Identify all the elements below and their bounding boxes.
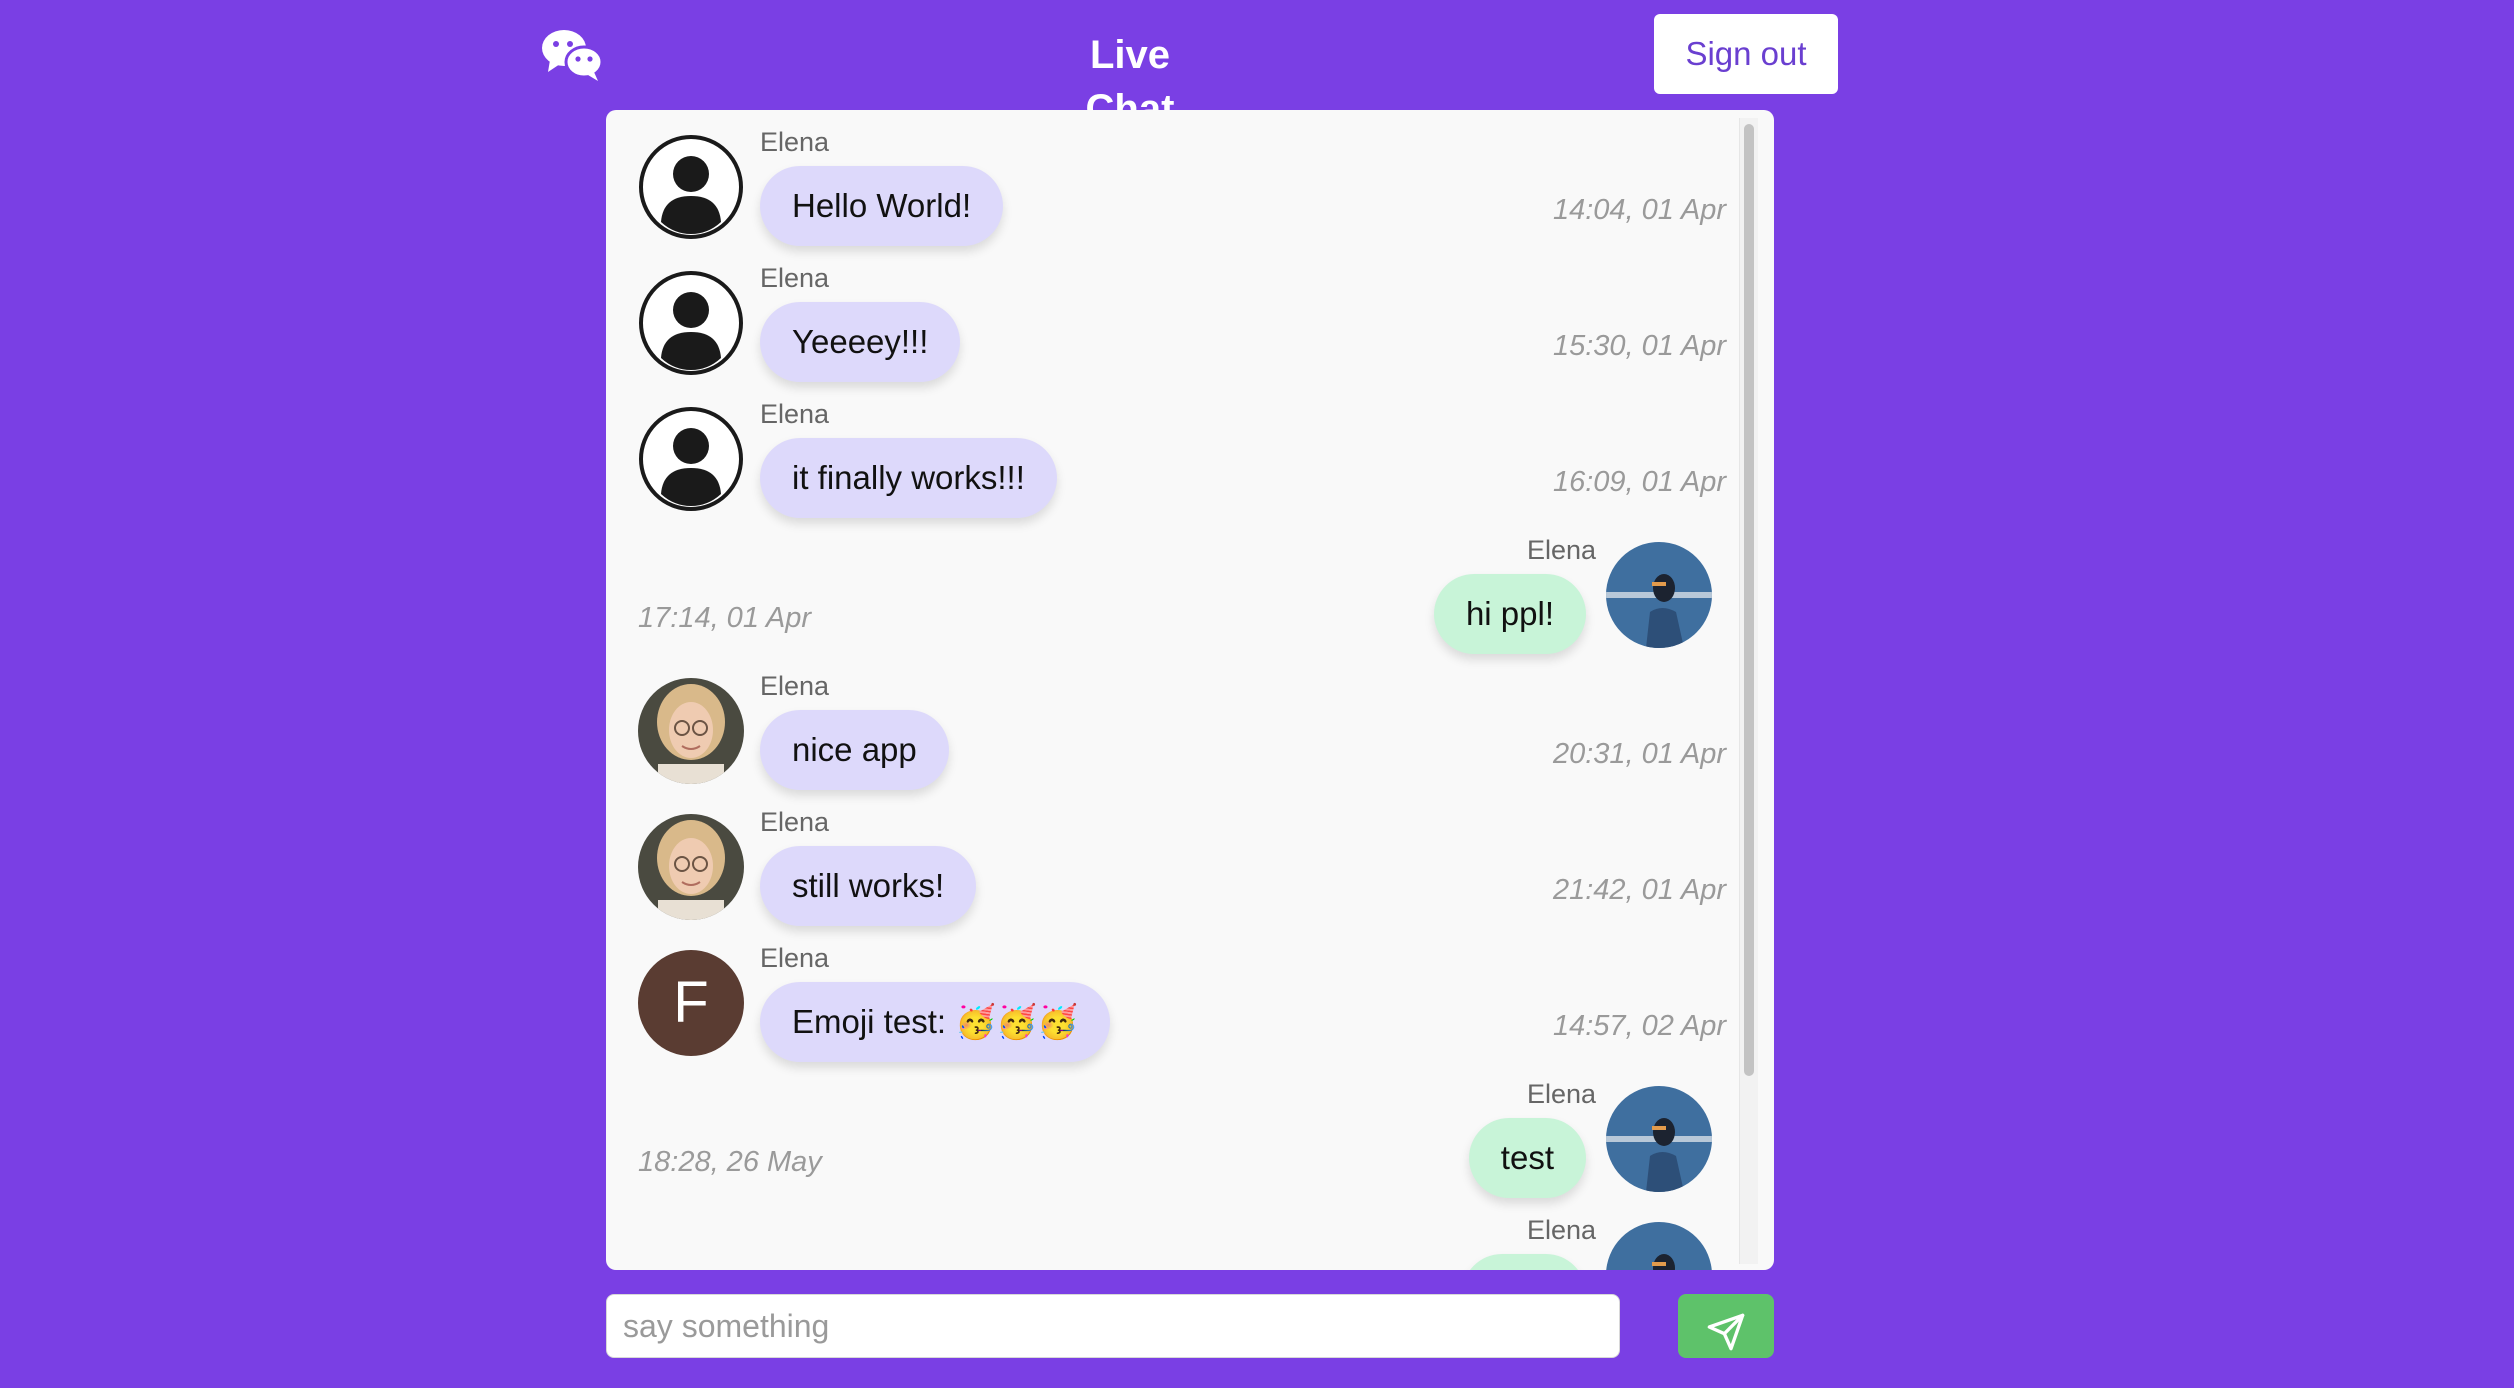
message-bubble: still works! [760,846,977,926]
woman-photo-avatar [638,814,744,920]
message-bubble [1462,1254,1586,1270]
message-row: Elena Yeeeey!!! 15:30, 01 Apr [606,246,1726,382]
paper-plane-icon [1707,1313,1745,1351]
send-button[interactable] [1678,1294,1774,1358]
sender-name: Elena [1526,535,1596,565]
avatar [1606,1222,1712,1270]
avatar [638,814,744,920]
composer [606,1294,1774,1358]
sender-name: Elena [760,399,830,429]
avatar [638,678,744,784]
default-user-icon [639,407,743,511]
message-bubble: test [1468,1118,1586,1198]
message-row: Elena test 18:28, 26 May [606,1062,1726,1198]
avatar [1606,542,1712,648]
message-row: Elena Hello World! 14:04, 01 Apr [606,110,1726,246]
sender-name: Elena [760,943,830,973]
message-row: Elena [606,1198,1726,1270]
sender-name: Elena [760,671,830,701]
message-row: Elena hi ppl! 17:14, 01 Apr [606,518,1726,654]
message-timestamp: 16:09, 01 Apr [1552,466,1726,498]
message-row: Elena it finally works!!! 16:09, 01 Apr [606,382,1726,518]
message-bubble: it finally works!!! [760,438,1057,518]
sender-name: Elena [760,263,830,293]
blue-photo-avatar [1606,1222,1712,1270]
blue-photo-avatar [1606,1086,1712,1192]
sender-name: Elena [1526,1215,1596,1245]
message-timestamp: 18:28, 26 May [638,1146,822,1178]
message-bubble: Emoji test: 🥳🥳🥳 [760,982,1111,1062]
message-row: Elena still works! 21:42, 01 Apr [606,790,1726,926]
message-bubble: hi ppl! [1433,574,1586,654]
message-timestamp: 14:57, 02 Apr [1552,1010,1726,1042]
message-timestamp: 21:42, 01 Apr [1552,874,1726,906]
sender-name: Elena [760,807,830,837]
sender-name: Elena [760,127,830,157]
avatar [638,134,744,240]
scrollbar[interactable] [1739,118,1758,1264]
message-timestamp: 15:30, 01 Apr [1552,330,1726,362]
message-row: F Elena Emoji test: 🥳🥳🥳 14:57, 02 Apr [606,926,1726,1062]
top-bar: Live Chat Sign out [0,0,2514,131]
woman-photo-avatar [638,678,744,784]
message-bubble: Hello World! [760,166,1004,246]
default-user-icon [639,271,743,375]
default-user-icon [639,135,743,239]
message-input[interactable] [606,1294,1620,1358]
avatar [1606,1086,1712,1192]
sender-name: Elena [1526,1079,1596,1109]
scrollbar-thumb[interactable] [1744,124,1754,1076]
sign-out-button[interactable]: Sign out [1654,14,1838,94]
message-timestamp: 14:04, 01 Apr [1552,194,1726,226]
blue-photo-avatar [1606,542,1712,648]
message-timestamp: 17:14, 01 Apr [638,602,812,634]
avatar: F [638,950,744,1056]
message-timestamp: 20:31, 01 Apr [1552,738,1726,770]
message-bubble: nice app [760,710,949,790]
message-row: Elena nice app 20:31, 01 Apr [606,654,1726,790]
chat-panel: Elena Hello World! 14:04, 01 Apr Elena Yeeee… [606,110,1774,1270]
wechat-icon [542,30,604,81]
message-bubble: Yeeeey!!! [760,302,961,382]
avatar [638,406,744,512]
avatar [638,270,744,376]
